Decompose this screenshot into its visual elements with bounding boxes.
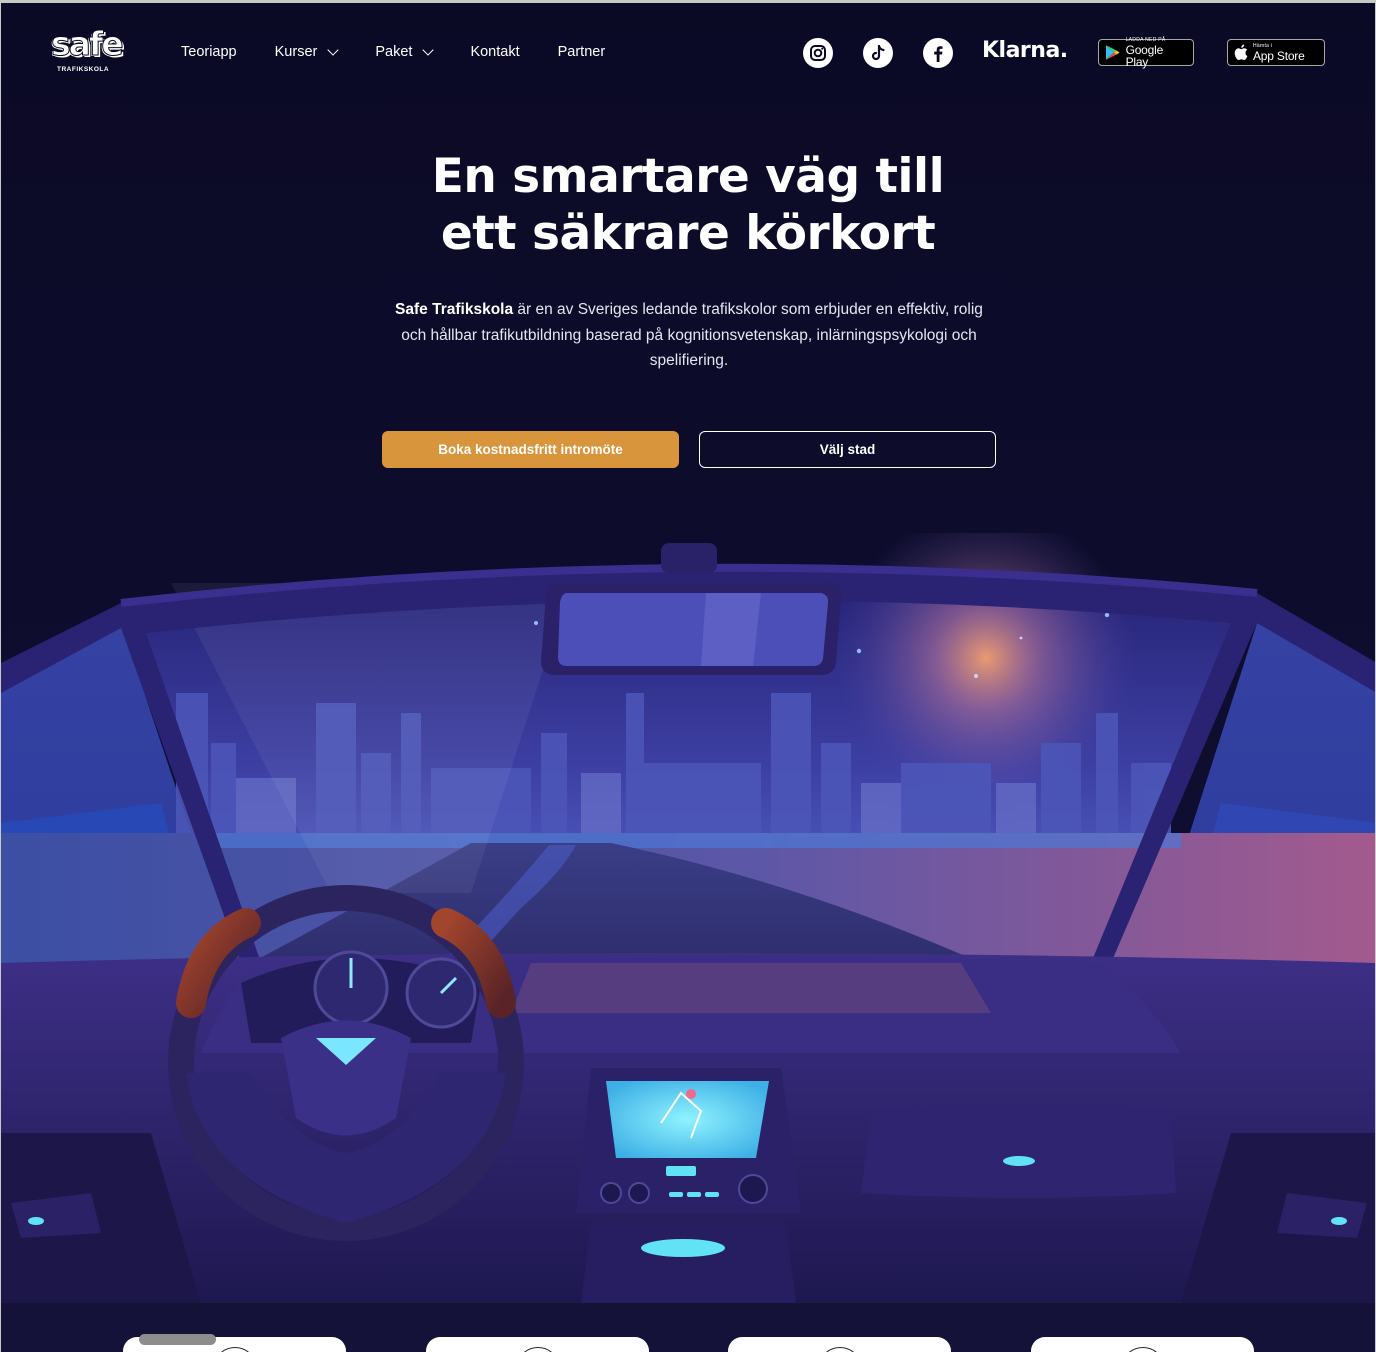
app-store-badge[interactable]: Hämta i App Store	[1227, 39, 1325, 66]
safe-logo[interactable]: safe TRAFIKSKOLA	[51, 27, 125, 75]
top-nav: safe TRAFIKSKOLA Teoriapp Kurser Paket K…	[1, 3, 1375, 103]
card-icon-circle	[1120, 1347, 1165, 1352]
nav-link-label: Teoriapp	[181, 44, 237, 60]
nav-link-paket[interactable]: Paket	[375, 43, 435, 60]
page: safe TRAFIKSKOLA Teoriapp Kurser Paket K…	[0, 0, 1376, 1352]
app-store-small-text: Hämta i	[1253, 42, 1273, 49]
feature-card[interactable]	[426, 1337, 649, 1352]
hero-title-line: En smartare väg till	[431, 149, 945, 204]
hero-title: En smartare väg till ett säkrare körkort	[1, 148, 1375, 262]
google-play-icon	[1105, 45, 1120, 60]
google-play-badge[interactable]: LADDA NED PÅ Google Play	[1098, 36, 1194, 69]
chevron-down-icon	[422, 43, 435, 56]
nav-link-kontakt[interactable]: Kontakt	[470, 44, 519, 60]
hero-description: Safe Trafikskola är en av Sveriges ledan…	[389, 297, 989, 374]
car-interior-illustration	[1, 533, 1375, 1303]
nav-link-label: Paket	[375, 44, 413, 60]
hero-description-bold: Safe Trafikskola	[395, 301, 514, 318]
nav-link-label: Kurser	[274, 44, 318, 60]
hero-title-line: ett säkrare körkort	[440, 206, 936, 261]
google-play-big-text: Google Play	[1125, 42, 1164, 69]
logo-subtitle: TRAFIKSKOLA	[57, 66, 110, 73]
chevron-down-icon	[327, 43, 340, 56]
choose-city-button[interactable]: Välj stad	[699, 431, 996, 468]
logo-wordmark: safe	[51, 24, 125, 63]
tiktok-icon[interactable]	[863, 38, 893, 68]
horizontal-scrollbar-thumb[interactable]	[139, 1334, 216, 1345]
app-store-big-text: App Store	[1253, 48, 1305, 63]
google-play-small-text: LADDA NED PÅ	[1125, 36, 1166, 43]
apple-icon	[1234, 44, 1248, 60]
feature-card[interactable]	[728, 1337, 951, 1352]
nav-link-partner[interactable]: Partner	[558, 44, 606, 60]
nav-link-label: Kontakt	[470, 44, 520, 60]
instagram-icon[interactable]	[803, 38, 833, 68]
nav-links: Teoriapp Kurser Paket Kontakt Partner	[181, 43, 643, 60]
feature-card[interactable]	[1031, 1337, 1254, 1352]
nav-link-teoriapp[interactable]: Teoriapp	[181, 44, 237, 60]
facebook-icon[interactable]	[923, 38, 953, 68]
nav-link-kurser[interactable]: Kurser	[274, 43, 340, 60]
card-icon-circle	[817, 1347, 862, 1352]
klarna-logo[interactable]: Klarna.	[982, 38, 1068, 63]
nav-link-label: Partner	[557, 44, 606, 60]
book-intro-meeting-button[interactable]: Boka kostnadsfritt intromöte	[382, 431, 679, 468]
card-icon-circle	[515, 1347, 560, 1352]
card-icon-circle	[212, 1347, 257, 1352]
